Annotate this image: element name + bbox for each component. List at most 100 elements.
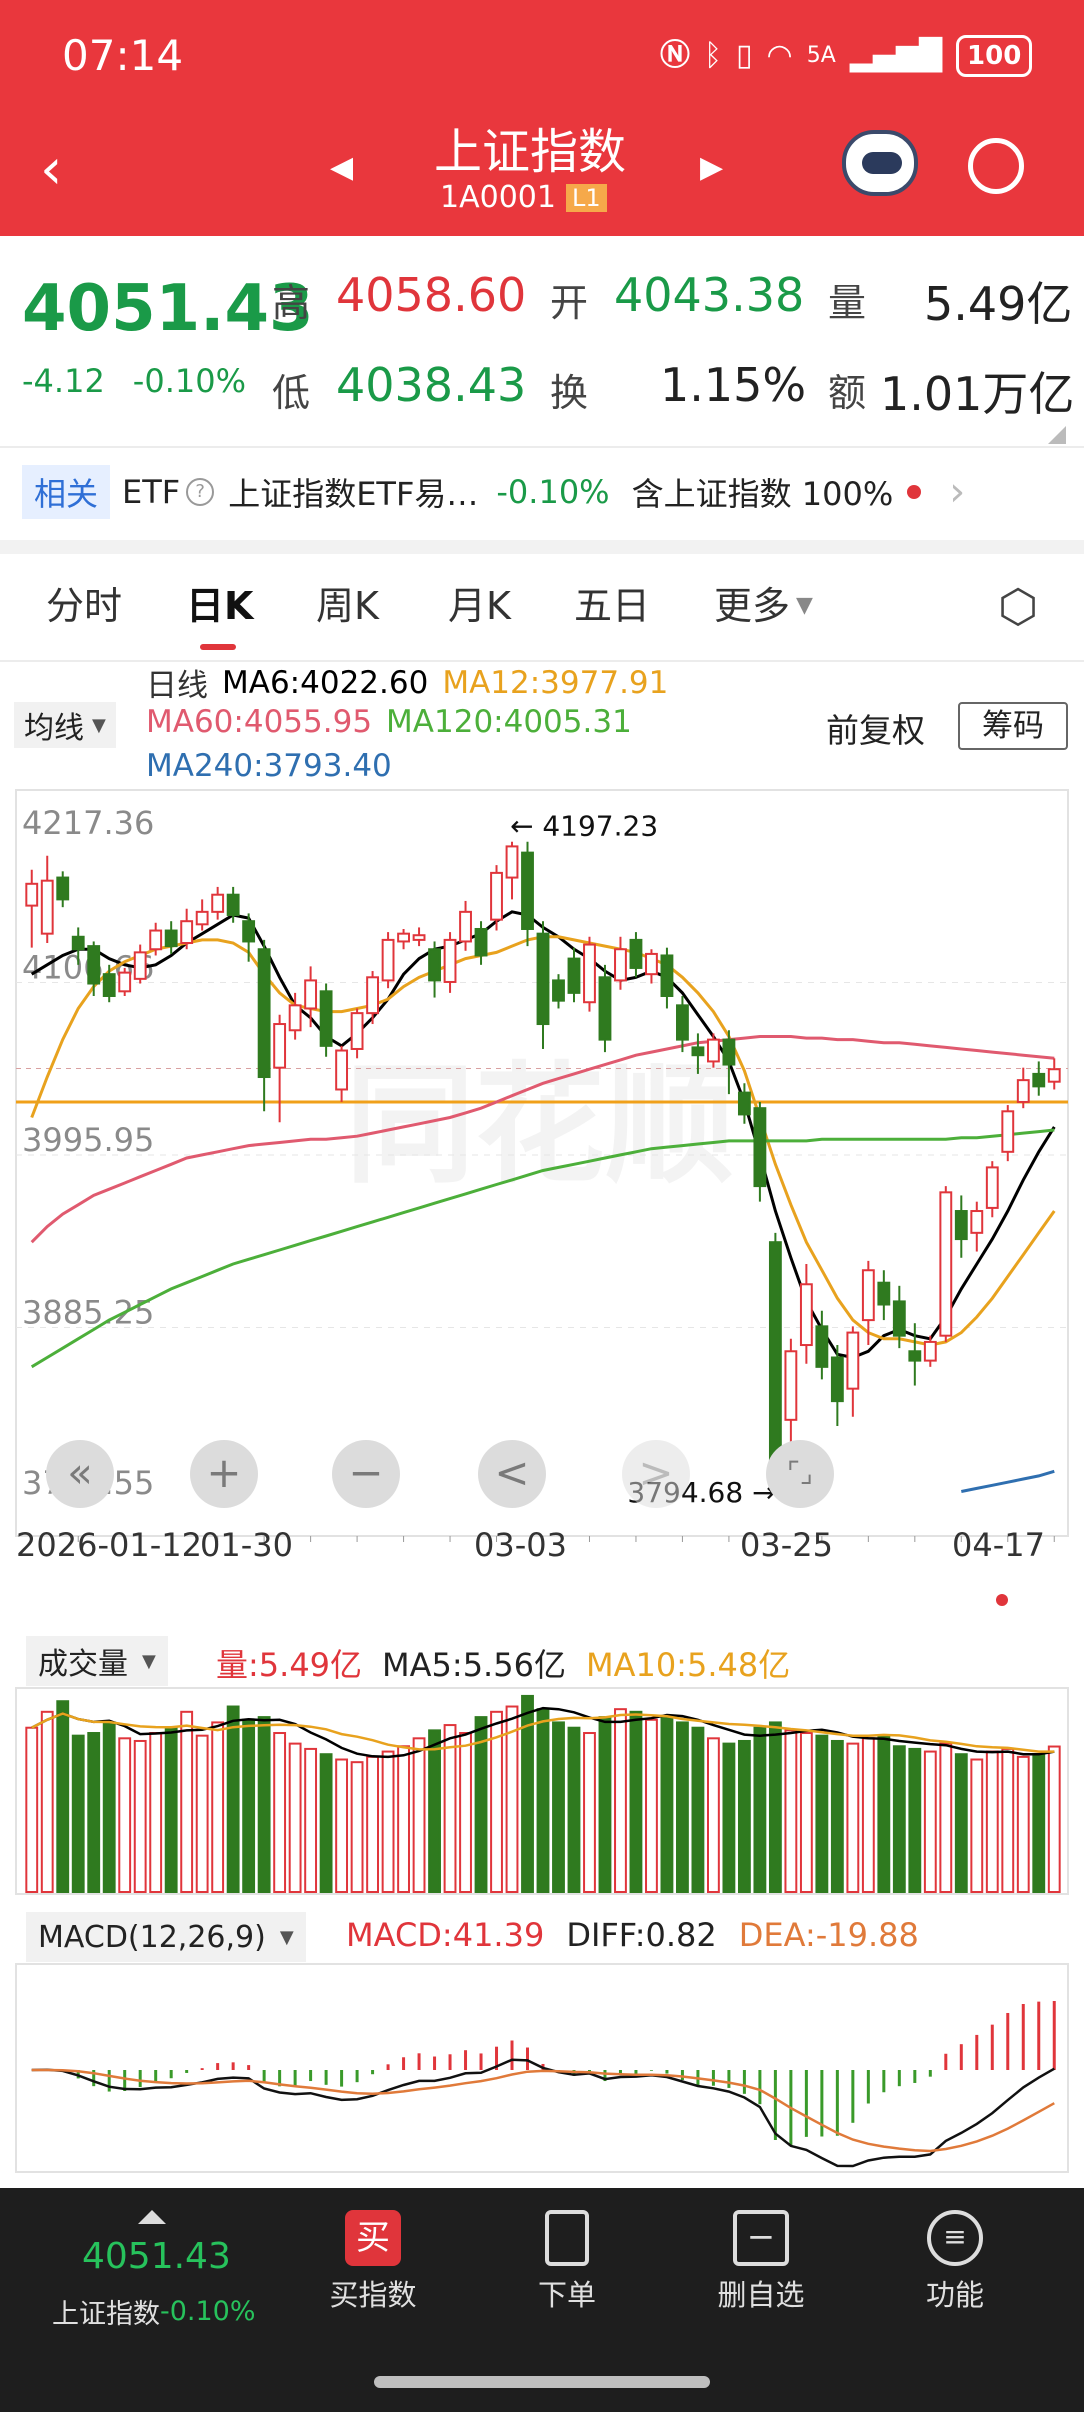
volume-bar — [40, 1710, 54, 1893]
volume-bar — [1047, 1745, 1061, 1893]
forward-adjust-button[interactable]: 前复权 — [826, 704, 925, 752]
volume-chart[interactable] — [0, 1686, 1084, 1896]
volume-bar — [583, 1732, 596, 1893]
volume-bar — [56, 1700, 70, 1893]
candle-body — [149, 929, 163, 951]
volume-bar — [87, 1732, 101, 1893]
volume-bar — [939, 1742, 953, 1894]
volume-bar — [164, 1726, 178, 1893]
daily-label: 日线 — [146, 668, 208, 704]
scroll-left-button[interactable]: < — [478, 1440, 546, 1508]
functions-button[interactable]: ≡ 功能 — [880, 2210, 1030, 2314]
volume-bar — [784, 1729, 798, 1893]
scroll-right-button[interactable]: > — [622, 1440, 690, 1508]
candle-body — [768, 1241, 782, 1462]
candle-body — [614, 948, 627, 982]
candle-body — [985, 1166, 999, 1209]
home-indicator[interactable] — [374, 2376, 710, 2388]
macd-select[interactable]: MACD(12,26,9) ▼ — [26, 1912, 306, 1962]
x-tick-0: 2026-01-12 — [16, 1526, 202, 1564]
info-icon[interactable]: ? — [186, 478, 215, 506]
header-bar: 07:14 Ⓝ ᛒ ▯ ◠ 5A ▂▄▆█ 100 ‹ ◀ ▶ 上证指数 1A0… — [0, 0, 1084, 236]
prev-stock-icon[interactable]: ◀ — [330, 150, 353, 185]
candle-body — [645, 952, 658, 976]
volume-bar — [428, 1729, 441, 1893]
stock-code: 1A0001 L1 — [440, 180, 607, 215]
back-icon[interactable]: ‹ — [40, 140, 62, 200]
volume-bar — [71, 1734, 85, 1894]
volume-bar — [985, 1750, 999, 1893]
candle-body — [366, 976, 380, 1015]
buy-index-button[interactable]: 买 买指数 — [298, 2210, 448, 2314]
remove-watchlist-label: 删自选 — [717, 2278, 805, 2312]
volume-bar — [552, 1721, 565, 1893]
chevron-right-icon[interactable]: › — [949, 469, 965, 515]
diff-line — [31, 2058, 1055, 2168]
expand-corner-icon[interactable] — [1048, 426, 1066, 444]
document-icon — [545, 2210, 589, 2266]
caret-down-icon: ▼ — [796, 593, 813, 618]
network-label: 5A — [806, 43, 836, 68]
fullscreen-button[interactable]: ⌜⌟ — [766, 1440, 834, 1508]
etf-type: ETF — [122, 473, 181, 511]
volume-bar — [133, 1739, 147, 1893]
tab-more[interactable]: 更多 ▼ — [714, 578, 813, 634]
caret-down-icon: ▼ — [142, 1650, 156, 1672]
bottom-price: 4051.43 — [82, 2236, 231, 2277]
volume-bar — [319, 1753, 333, 1894]
candle-body — [830, 1356, 844, 1403]
tab-monthly-k[interactable]: 月K — [448, 578, 511, 634]
candle-body — [195, 910, 209, 926]
candle-body — [598, 976, 612, 1041]
tab-more-label: 更多 — [714, 584, 791, 628]
ma120-label: MA120:4005.31 — [386, 704, 632, 740]
volume-select[interactable]: 成交量 ▼ — [26, 1636, 168, 1686]
volume-bar — [180, 1710, 194, 1893]
related-etf-row[interactable]: 相关 ETF ? 上证指数ETF易… -0.10% 含上证指数 100% › — [22, 462, 1072, 522]
ma12-label: MA12:3977.91 — [442, 664, 669, 701]
candle-body — [1016, 1079, 1030, 1103]
ma-select[interactable]: 均线 ▼ — [14, 702, 116, 748]
candle-body — [87, 945, 101, 985]
macd-chart[interactable] — [0, 1962, 1084, 2176]
volume-bar — [691, 1726, 705, 1893]
zoom-out-button[interactable]: − — [332, 1440, 400, 1508]
volume-bar — [923, 1750, 937, 1893]
remove-watchlist-button[interactable]: − 删自选 — [686, 2210, 836, 2314]
volume-bar — [722, 1742, 736, 1894]
place-order-button[interactable]: 下单 — [492, 2210, 642, 2314]
scroll-left-fast-button[interactable]: « — [46, 1440, 114, 1508]
volume-bar — [861, 1737, 875, 1893]
volume-bar — [335, 1758, 349, 1893]
tab-weekly-k[interactable]: 周K — [316, 578, 379, 634]
vibrate-icon: ▯ — [736, 38, 753, 73]
battery-icon: 100 — [956, 35, 1033, 77]
candle-body — [226, 893, 240, 916]
section-divider — [0, 540, 1084, 554]
candle-body — [1032, 1072, 1046, 1088]
candle-body — [583, 943, 596, 1004]
status-time: 07:14 — [62, 31, 184, 80]
x-tick-1: 01-30 — [200, 1526, 293, 1564]
chip-button[interactable]: 筹码 — [958, 702, 1068, 750]
candle-body — [567, 957, 581, 994]
search-icon[interactable] — [968, 138, 1024, 194]
tab-five-day[interactable]: 五日 — [574, 578, 650, 634]
zoom-in-button[interactable]: + — [190, 1440, 258, 1508]
bottom-name-label: 上证指数 — [52, 2299, 160, 2330]
tab-fenshi[interactable]: 分时 — [46, 578, 122, 634]
volume-legend: 量:5.49亿 MA5:5.56亿 MA10:5.48亿 — [216, 1640, 790, 1686]
next-stock-icon[interactable]: ▶ — [700, 150, 723, 185]
candle-body — [861, 1269, 875, 1322]
volume-bar — [242, 1718, 256, 1893]
settings-hexagon-icon[interactable]: ⬡ — [990, 578, 1046, 634]
diff-label: DIFF:0.82 — [566, 1916, 717, 1954]
tab-daily-k[interactable]: 日K — [186, 578, 253, 634]
candle-body — [56, 876, 70, 901]
wifi-icon: ◠ — [766, 38, 793, 73]
event-marker-dot[interactable] — [996, 1594, 1008, 1606]
caret-up-icon[interactable] — [138, 2210, 166, 2224]
candle-body — [536, 932, 550, 1026]
volume-bar — [1001, 1747, 1015, 1893]
robot-assistant-icon[interactable] — [842, 130, 918, 196]
